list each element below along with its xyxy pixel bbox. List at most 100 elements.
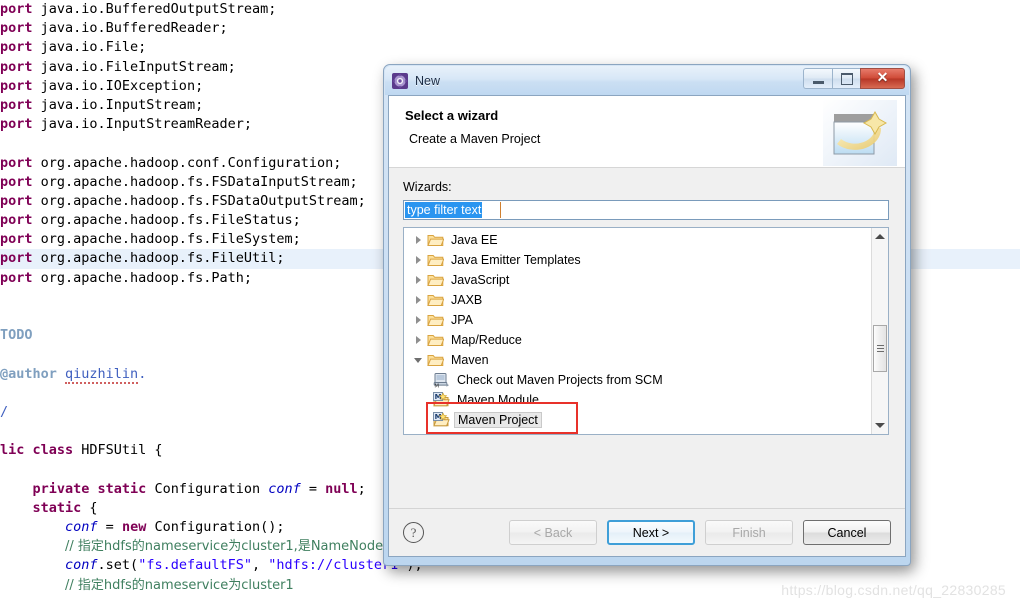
code-token: port xyxy=(0,231,41,248)
code-token: conf xyxy=(65,557,98,574)
minimize-button[interactable] xyxy=(803,68,832,89)
folder-icon xyxy=(427,252,445,268)
code-token: Configuration xyxy=(154,480,269,497)
dialog-titlebar[interactable]: New ✕ xyxy=(385,66,909,95)
scm-checkout-icon: M xyxy=(433,372,450,390)
dialog-title: New xyxy=(415,73,441,88)
tree-item-jaxb[interactable]: JAXB xyxy=(404,290,871,310)
code-token: , xyxy=(251,557,269,574)
tree-item-label: Maven xyxy=(451,353,489,367)
cancel-button[interactable]: Cancel xyxy=(803,520,891,545)
tree-item-javascript[interactable]: JavaScript xyxy=(404,270,871,290)
folder-icon xyxy=(427,312,445,328)
chevron-right-icon[interactable] xyxy=(411,312,427,328)
tree-item-label: JAXB xyxy=(451,293,483,307)
code-line: port java.io.BufferedOutputStream; xyxy=(0,0,1020,19)
tree-item-java-emitter-templates[interactable]: Java Emitter Templates xyxy=(404,250,871,270)
tree-item-label: Java Emitter Templates xyxy=(451,253,581,267)
scroll-up-button[interactable] xyxy=(872,228,888,245)
wizards-label: Wizards: xyxy=(403,180,452,194)
code-token: port xyxy=(0,58,41,75)
tree-item-maven-project[interactable]: M Maven Project xyxy=(404,410,871,430)
next-button[interactable]: Next > xyxy=(607,520,695,545)
code-token: null xyxy=(325,480,358,497)
filter-input[interactable]: type filter text xyxy=(405,202,483,218)
chevron-down-icon xyxy=(875,423,885,428)
tree-item-maven[interactable]: Maven xyxy=(404,350,871,370)
code-token: // 指定hdfs的nameservice为cluster1,是NameNode… xyxy=(65,539,419,555)
chevron-right-icon[interactable] xyxy=(411,252,427,268)
chevron-right-icon[interactable] xyxy=(411,272,427,288)
scrollbar-thumb[interactable] xyxy=(873,325,887,372)
code-token: conf xyxy=(65,519,98,536)
code-token: java.io.BufferedReader; xyxy=(40,20,228,37)
minimize-icon xyxy=(812,80,824,84)
tree-item-label: JavaScript xyxy=(451,273,510,287)
tree-item-maven-module[interactable]: M Maven Module xyxy=(404,390,871,410)
code-token: port xyxy=(0,116,41,133)
maximize-icon xyxy=(840,72,853,85)
code-token: { xyxy=(89,499,98,516)
code-token: port xyxy=(0,173,41,190)
code-token: "fs.defaultFS" xyxy=(138,557,252,574)
code-token: org.apache.hadoop.conf.Configuration; xyxy=(40,154,342,171)
tree-scrollbar[interactable] xyxy=(871,228,888,434)
back-button[interactable]: < Back xyxy=(509,520,597,545)
code-line: port java.io.File; xyxy=(0,38,1020,57)
code-token: port xyxy=(0,96,41,113)
code-token: port xyxy=(0,39,41,56)
triangle-glyph xyxy=(416,296,421,304)
tree-item-label: JPA xyxy=(451,313,473,327)
wizard-panel: Wizards: type filter text Java EE Java Em… xyxy=(389,168,905,435)
tree-item-java-ee[interactable]: Java EE xyxy=(404,230,871,250)
code-token: . xyxy=(138,365,147,382)
code-token: port xyxy=(0,20,41,37)
tree-item-label: Check out Maven Projects from SCM xyxy=(457,373,663,387)
filter-input-wrap[interactable]: type filter text xyxy=(403,200,889,220)
code-token: port xyxy=(0,77,41,94)
wizards-tree-list: Java EE Java Emitter Templates JavaScript J… xyxy=(404,230,871,430)
finish-button[interactable]: Finish xyxy=(705,520,793,545)
maximize-button[interactable] xyxy=(832,68,861,89)
code-token: = xyxy=(300,480,326,497)
svg-text:M: M xyxy=(434,384,439,389)
code-line: port java.io.BufferedReader; xyxy=(0,19,1020,38)
triangle-glyph xyxy=(416,276,421,284)
scroll-down-button[interactable] xyxy=(872,417,888,434)
close-button[interactable]: ✕ xyxy=(860,68,905,89)
tree-item-map-reduce[interactable]: Map/Reduce xyxy=(404,330,871,350)
folder-icon xyxy=(427,272,445,288)
chevron-down-icon[interactable] xyxy=(411,352,427,368)
chevron-right-icon[interactable] xyxy=(411,332,427,348)
chevron-right-icon[interactable] xyxy=(411,232,427,248)
code-token: port xyxy=(0,192,41,209)
code-token: private static xyxy=(32,480,155,497)
tree-item-check-out-maven-projects-from-scm[interactable]: M Check out Maven Projects from SCM xyxy=(404,370,871,390)
new-wizard-dialog: New ✕ Select a wizard Create a Maven Pro… xyxy=(383,64,911,566)
chevron-right-icon[interactable] xyxy=(411,292,427,308)
code-token: Configuration(); xyxy=(154,519,285,536)
wizards-tree[interactable]: Java EE Java Emitter Templates JavaScript J… xyxy=(403,227,889,435)
code-token: port xyxy=(0,250,41,267)
wizard-banner: Select a wizard Create a Maven Project xyxy=(389,96,905,168)
code-token: org.apache.hadoop.fs.FileUtil; xyxy=(40,250,285,267)
code-token: org.apache.hadoop.fs.FSDataInputStream; xyxy=(40,173,358,190)
dialog-button-row: ? < Back Next > Finish Cancel xyxy=(389,509,905,556)
code-token: org.apache.hadoop.fs.FileSystem; xyxy=(40,231,301,248)
tree-item-label: Java EE xyxy=(451,233,498,247)
code-token: java.io.IOException; xyxy=(40,77,204,94)
code-token: .set( xyxy=(97,557,139,574)
code-token: // 指定hdfs的nameservice为cluster1 xyxy=(65,577,294,593)
tree-item-jpa[interactable]: JPA xyxy=(404,310,871,330)
code-token: ; xyxy=(357,480,366,497)
code-token: lic class xyxy=(0,442,82,459)
code-token: port xyxy=(0,154,41,171)
grip-icon xyxy=(877,345,884,352)
code-token: new xyxy=(121,519,155,536)
code-token: java.io.File; xyxy=(40,39,147,56)
watermark: https://blog.csdn.net/qq_22830285 xyxy=(781,582,1006,598)
eclipse-new-gear-icon xyxy=(392,72,408,89)
folder-icon xyxy=(427,352,445,368)
help-button[interactable]: ? xyxy=(403,522,424,543)
code-token: java.io.InputStream; xyxy=(40,96,204,113)
